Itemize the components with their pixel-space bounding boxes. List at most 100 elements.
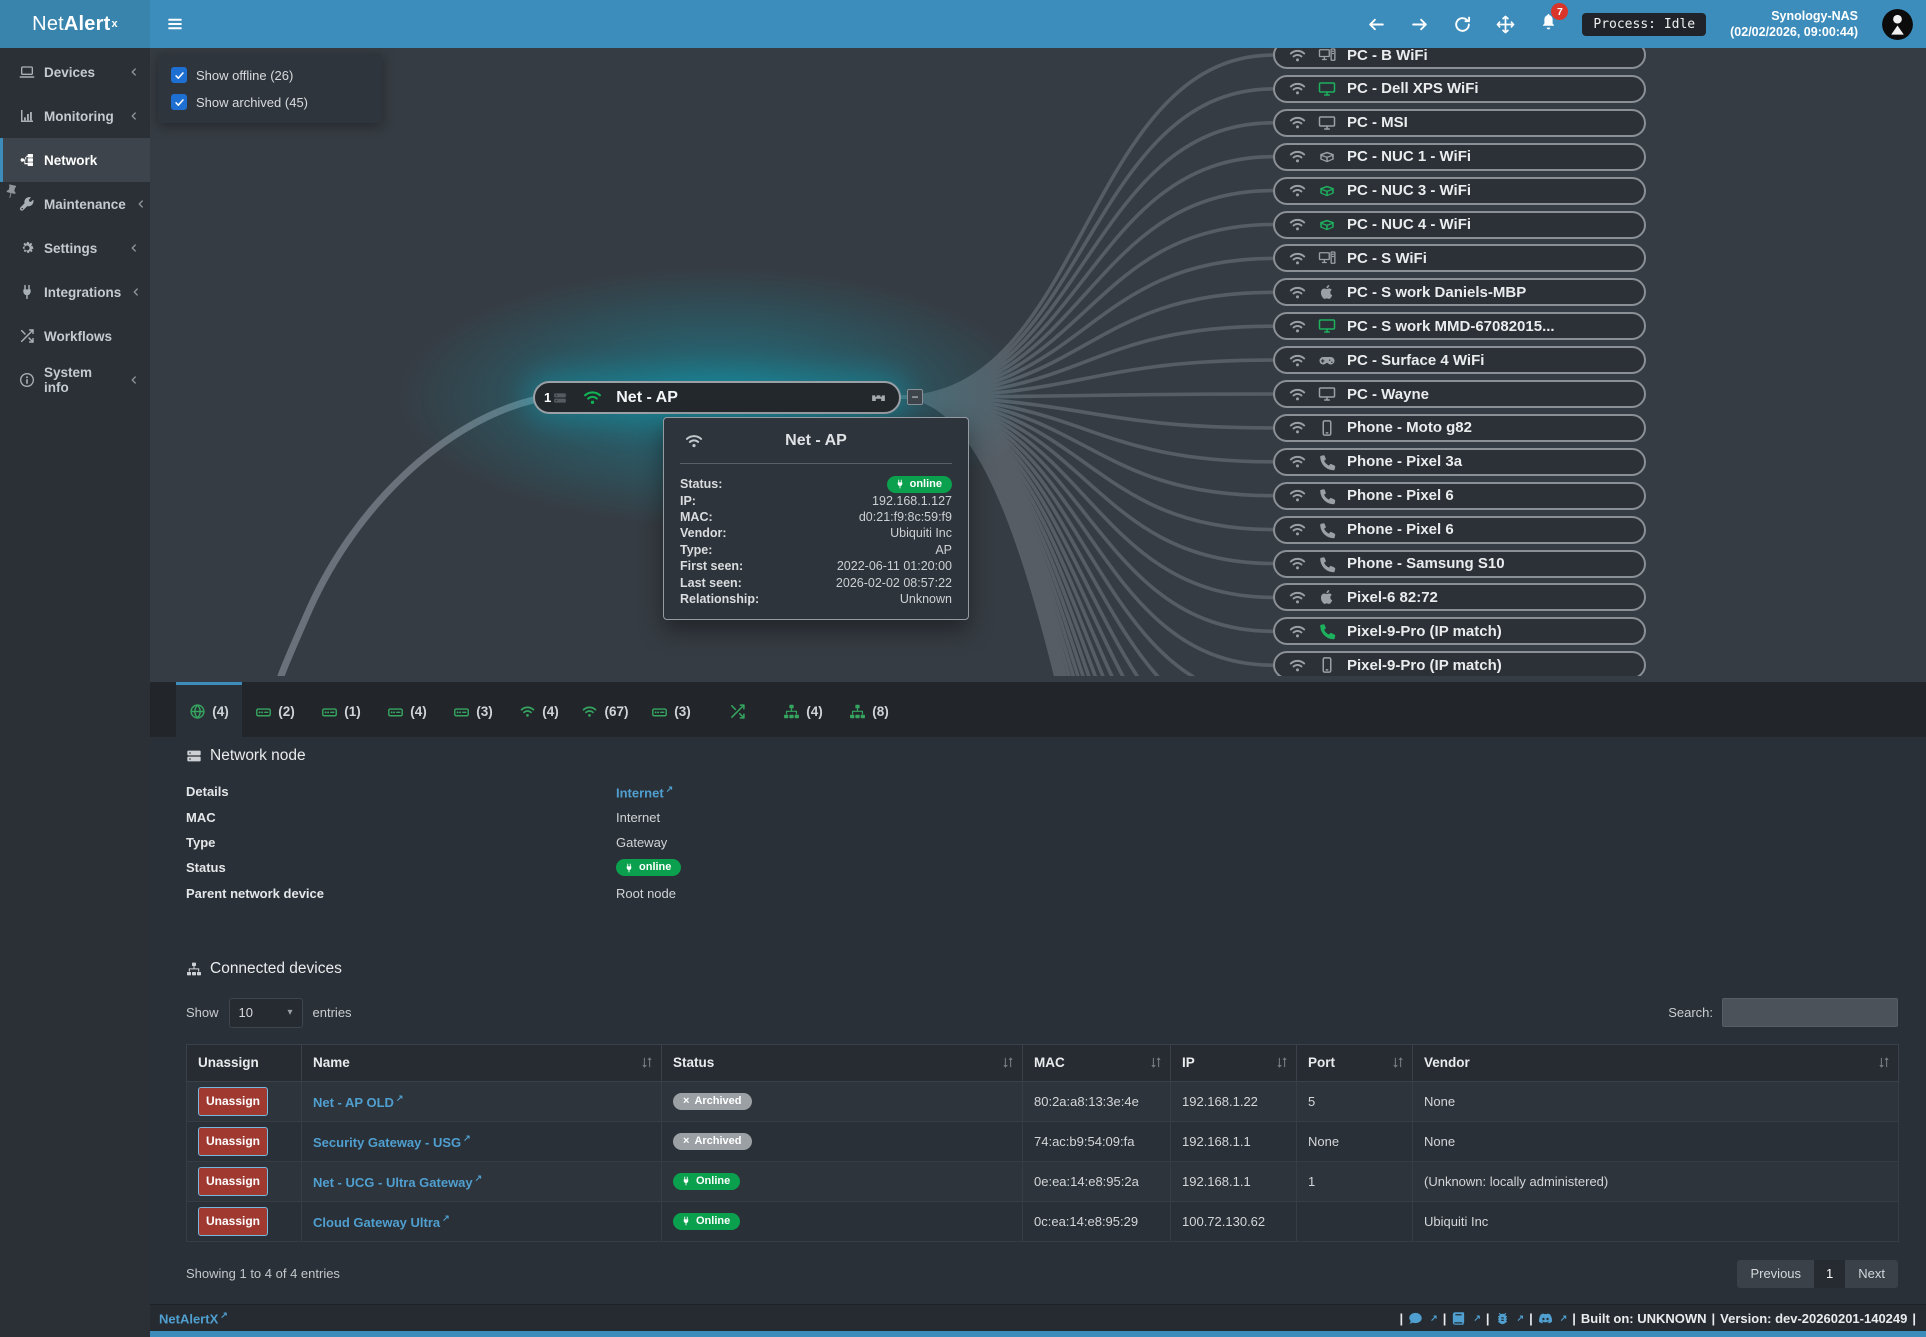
unassign-button[interactable]: Unassign — [198, 1087, 268, 1116]
topology-device-node[interactable]: PC - Wayne — [1273, 380, 1646, 408]
unassign-button[interactable]: Unassign — [198, 1127, 268, 1156]
sidebar-item-settings[interactable]: Settings — [0, 226, 150, 270]
connected-devices-title: Connected devices — [186, 960, 1898, 978]
sidebar-item-integrations[interactable]: Integrations — [0, 270, 150, 314]
table-cell: Ubiquiti Inc — [1413, 1201, 1899, 1241]
tab-2-router[interactable]: (2) — [242, 682, 308, 737]
previous-page-button[interactable]: Previous — [1737, 1260, 1814, 1288]
tab-1-globe[interactable]: (4) — [176, 682, 242, 737]
unassign-button[interactable]: Unassign — [198, 1167, 268, 1196]
device-link[interactable]: Net - UCG - Ultra Gateway↗ — [313, 1175, 482, 1190]
topology-device-node[interactable]: PC - S work Daniels-MBP — [1273, 278, 1646, 306]
footer-brand-link[interactable]: NetAlertX↗ — [159, 1310, 228, 1326]
wifi-icon — [1288, 215, 1307, 234]
topology-device-node[interactable]: Phone - Moto g82 — [1273, 414, 1646, 442]
tooltip-row: Status:online — [680, 476, 952, 492]
notifications-bell[interactable]: 7 — [1539, 12, 1558, 36]
device-link[interactable]: Net - AP OLD↗ — [313, 1095, 403, 1110]
brand-logo[interactable]: NetAlertx — [0, 0, 150, 48]
topology-device-node[interactable]: Phone - Pixel 3a — [1273, 448, 1646, 476]
topology-device-node[interactable]: PC - MSI — [1273, 109, 1646, 137]
tab-8-router[interactable]: (3) — [638, 682, 704, 737]
checkbox-checked-icon[interactable] — [171, 67, 187, 83]
show-offline-checkbox-row[interactable]: Show offline (26) — [171, 67, 369, 83]
archived-status-badge: ×Archived — [673, 1093, 752, 1110]
column-header-name[interactable]: Name — [302, 1044, 662, 1081]
tab-7-wifi[interactable]: (67) — [572, 682, 638, 737]
avatar[interactable] — [1882, 9, 1913, 40]
tab-9-shuffle[interactable] — [704, 682, 770, 737]
topology-device-node[interactable]: Pixel-9-Pro (IP match) — [1273, 651, 1646, 676]
tab-3-router[interactable]: (1) — [308, 682, 374, 737]
search-input[interactable] — [1722, 998, 1898, 1027]
sidebar-item-maintenance[interactable]: Maintenance — [0, 182, 150, 226]
topology-device-node[interactable]: PC - S work MMD-67082015... — [1273, 312, 1646, 340]
wifi-icon — [1288, 249, 1307, 268]
page-size-select[interactable]: 10 ▾ — [229, 998, 303, 1028]
column-header-port[interactable]: Port — [1297, 1044, 1413, 1081]
topology-device-node[interactable]: Phone - Pixel 6 — [1273, 482, 1646, 510]
topology-device-node[interactable]: PC - Surface 4 WiFi — [1273, 346, 1646, 374]
next-page-button[interactable]: Next — [1845, 1260, 1898, 1288]
tab-4-router[interactable]: (4) — [374, 682, 440, 737]
online-status-badge: online — [887, 476, 952, 493]
show-archived-checkbox-row[interactable]: Show archived (45) — [171, 94, 369, 110]
back-arrow-icon[interactable] — [1367, 15, 1386, 34]
topology-device-node[interactable]: Phone - Pixel 6 — [1273, 516, 1646, 544]
sort-icon — [1001, 1055, 1015, 1070]
checkbox-checked-icon[interactable] — [171, 94, 187, 110]
topology-root-node[interactable]: 1 Net - AP — [533, 381, 901, 414]
minipc-icon — [1318, 182, 1336, 200]
internet-link[interactable]: Internet↗ — [616, 784, 673, 800]
tab-count: (8) — [872, 704, 889, 719]
tab-6-wifi[interactable]: (4) — [506, 682, 572, 737]
property-row: TypeGateway — [186, 830, 1898, 855]
column-header-status[interactable]: Status — [662, 1044, 1023, 1081]
topology-device-node[interactable]: PC - NUC 3 - WiFi — [1273, 177, 1646, 205]
topology-device-node[interactable]: Pixel-6 82:72 — [1273, 583, 1646, 611]
shuffle-icon — [19, 328, 35, 344]
column-header-unassign: Unassign — [187, 1044, 302, 1081]
column-header-ip[interactable]: IP — [1171, 1044, 1297, 1081]
desktop-tower-icon — [1318, 249, 1336, 267]
move-icon[interactable] — [1496, 15, 1515, 34]
topology-device-node[interactable]: PC - S WiFi — [1273, 244, 1646, 272]
topology-device-node[interactable]: PC - B WiFi — [1273, 48, 1646, 69]
node-collapse-button[interactable]: − — [907, 389, 923, 405]
wifi-icon — [581, 703, 598, 720]
wifi-icon — [582, 387, 603, 408]
topology-device-node[interactable]: PC - NUC 4 - WiFi — [1273, 211, 1646, 239]
sidebar-item-system-info[interactable]: System info — [0, 358, 150, 402]
sidebar-toggle-button[interactable] — [150, 0, 200, 48]
external-link-icon: ↗ — [475, 1173, 483, 1183]
online-status-badge: online — [616, 859, 681, 876]
sidebar-item-workflows[interactable]: Workflows — [0, 314, 150, 358]
external-link-icon: ↗ — [666, 784, 674, 794]
sidebar-item-devices[interactable]: Devices — [0, 50, 150, 94]
topology-device-node[interactable]: Phone - Samsung S10 — [1273, 550, 1646, 578]
column-header-mac[interactable]: MAC — [1023, 1044, 1171, 1081]
forward-arrow-icon[interactable] — [1410, 15, 1429, 34]
topology-device-node[interactable]: Pixel-9-Pro (IP match) — [1273, 617, 1646, 645]
tab-10-sitemap[interactable]: (4) — [770, 682, 836, 737]
brand-light: Net — [32, 13, 64, 36]
sidebar: DevicesMonitoring Network MaintenanceSetti… — [0, 48, 150, 1337]
device-link[interactable]: Cloud Gateway Ultra↗ — [313, 1215, 450, 1230]
sidebar-item-label: Network — [44, 153, 97, 168]
device-link[interactable]: Security Gateway - USG↗ — [313, 1135, 471, 1150]
sidebar-item-monitoring[interactable]: Monitoring — [0, 94, 150, 138]
topology-device-node[interactable]: PC - NUC 1 - WiFi — [1273, 143, 1646, 171]
refresh-icon[interactable] — [1453, 15, 1472, 34]
phone-icon — [1318, 622, 1336, 640]
sidebar-item-network[interactable]: Network — [0, 138, 150, 182]
tab-5-router[interactable]: (3) — [440, 682, 506, 737]
divider: | — [1529, 1311, 1533, 1326]
tab-11-sitemap[interactable]: (8) — [836, 682, 902, 737]
topology-device-node[interactable]: PC - Dell XPS WiFi — [1273, 75, 1646, 103]
unassign-button[interactable]: Unassign — [198, 1207, 268, 1236]
column-header-vendor[interactable]: Vendor — [1413, 1044, 1899, 1081]
table-cell: None — [1297, 1121, 1413, 1161]
tooltip-row: First seen:2022-06-11 01:20:00 — [680, 558, 952, 574]
current-page-button[interactable]: 1 — [1814, 1260, 1845, 1288]
router-icon — [255, 703, 272, 720]
